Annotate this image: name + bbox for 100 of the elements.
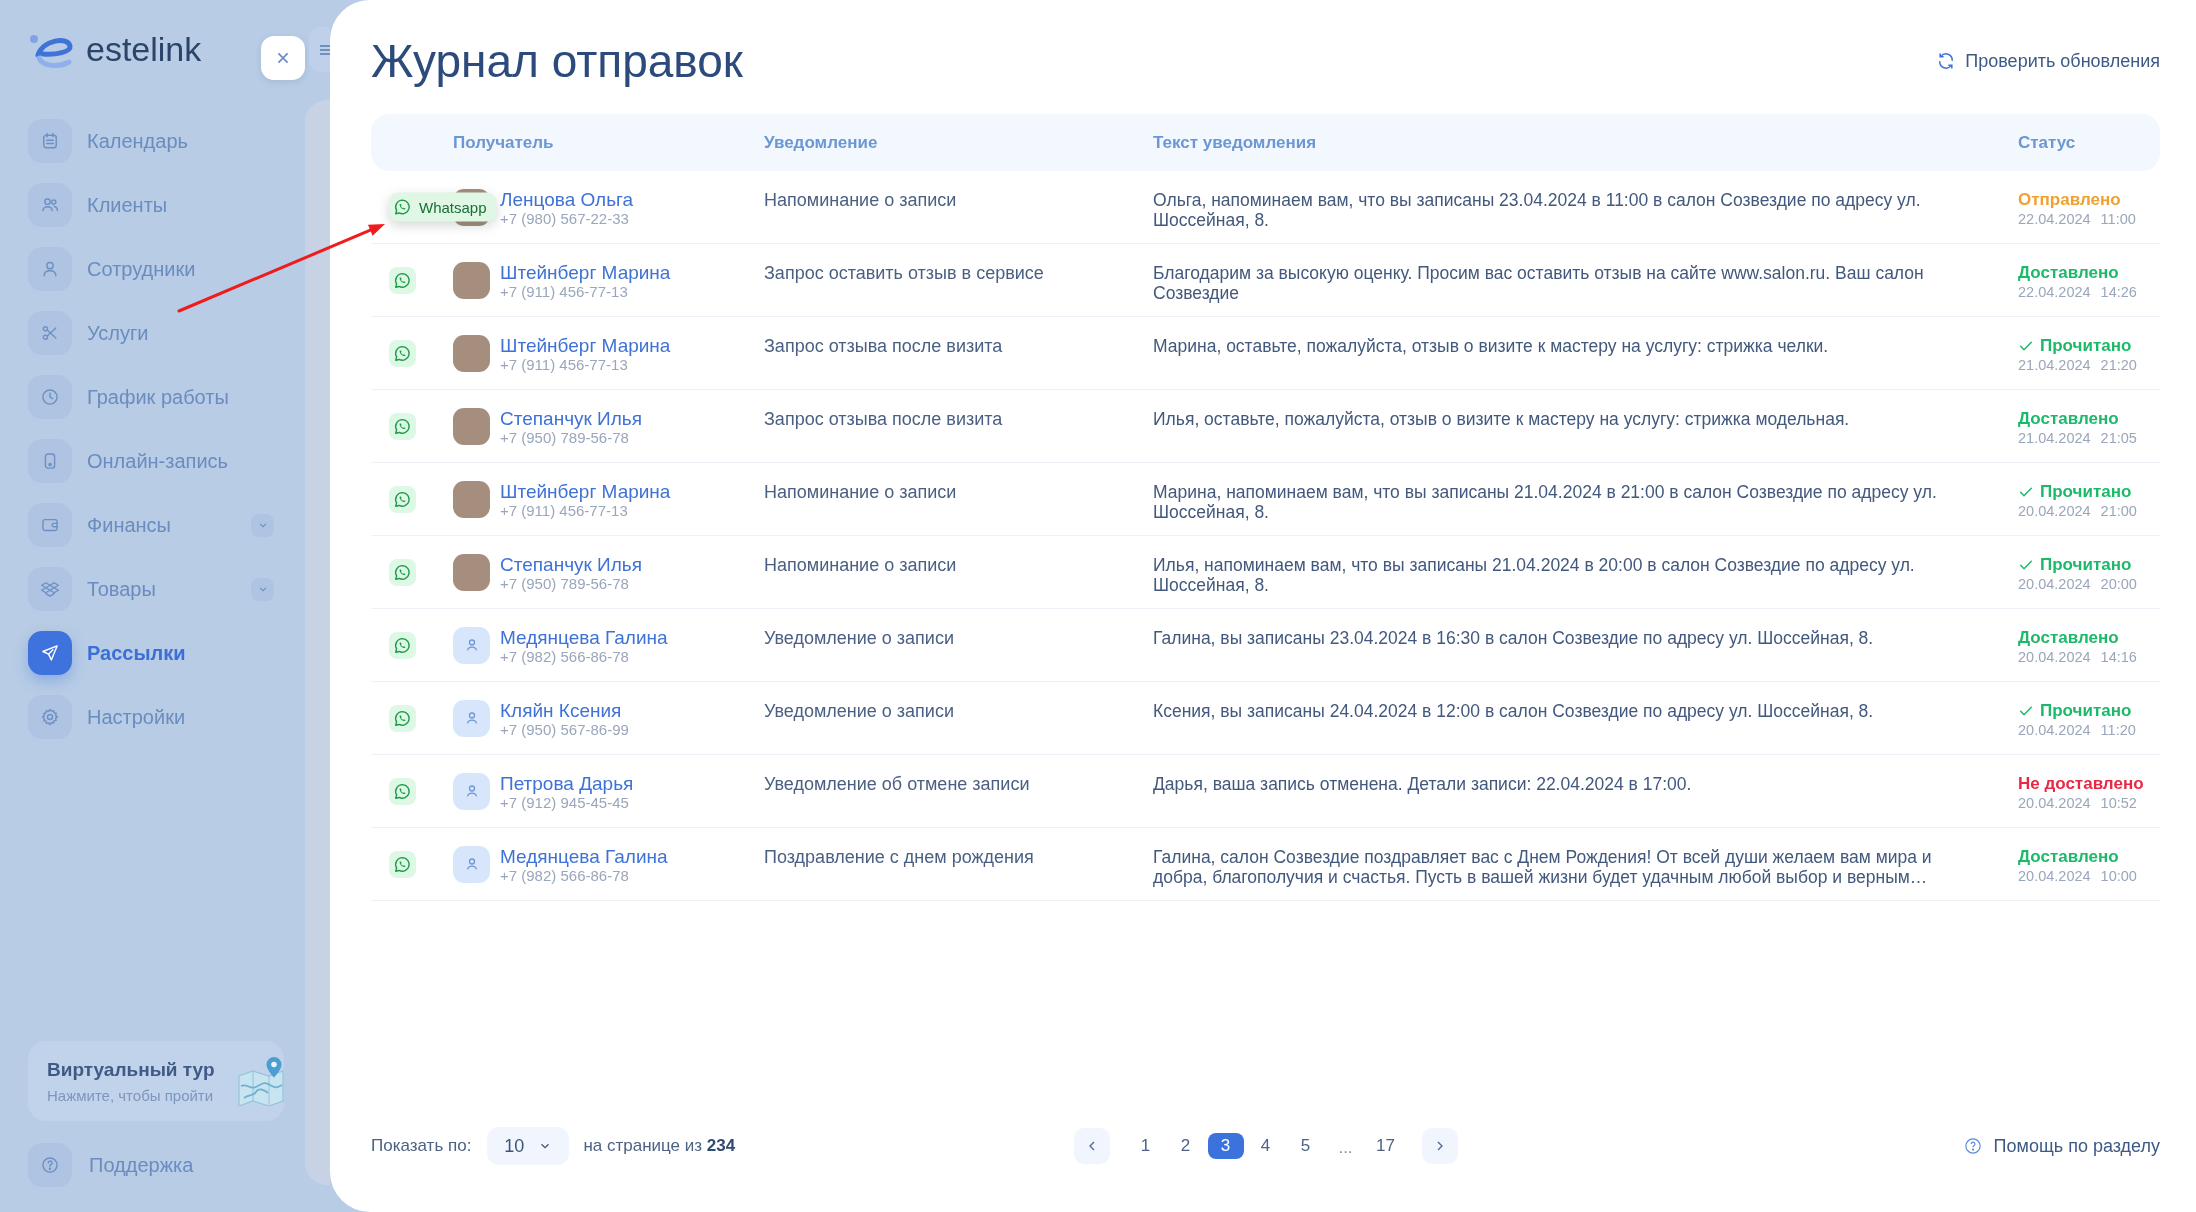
status-date: 20.04.2024 — [2018, 503, 2091, 519]
recipient-name[interactable]: Петрова Дарья — [500, 773, 634, 795]
user-icon — [28, 247, 72, 291]
column-header[interactable]: Уведомление — [764, 132, 878, 152]
notification-text: Марина, напоминаем вам, что вы записаны 21.04.2024 в 21:00 в салон Созвездие по адресу ул. Шоссейная, 8. — [1153, 481, 1938, 522]
users-icon — [28, 183, 72, 227]
status-time: 21:00 — [2100, 503, 2137, 519]
page-size-label: Показать по: — [371, 1136, 472, 1156]
status-date: 22.04.2024 — [2018, 211, 2091, 227]
help-link[interactable]: Помощь по разделу — [1963, 1135, 2160, 1157]
page-range-text: на странице из 234 — [583, 1136, 736, 1156]
sidebar-item[interactable]: Рассылки — [28, 631, 274, 675]
chat-phone-icon — [389, 558, 416, 586]
recipient-name[interactable]: Медянцева Галина — [500, 627, 668, 649]
page-button[interactable]: 4 — [1247, 1133, 1284, 1159]
status-label: Прочитано — [2040, 554, 2132, 576]
chat-phone-icon — [389, 485, 416, 513]
menu-button[interactable] — [309, 27, 330, 72]
notification-text: Дарья, ваша запись отменена. Детали записи: 22.04.2024 в 17:00. — [1153, 773, 1693, 794]
notification-type: Поздравление с днем рождения — [764, 846, 1035, 868]
status-time: 14:26 — [2100, 284, 2137, 300]
next-page-button[interactable] — [1421, 1128, 1458, 1164]
notification-text: Марина, оставьте, пожалуйста, отзыв о визите к мастеру на услугу: стрижка челки. — [1153, 335, 1830, 356]
page-button[interactable]: 3 — [1207, 1133, 1244, 1159]
status-label: Прочитано — [2040, 481, 2132, 503]
recipient-name[interactable]: Штейнберг Марина — [500, 262, 671, 284]
chat-phone-icon — [389, 777, 416, 805]
status-time: 10:00 — [2100, 868, 2137, 884]
recipient-phone: +7 (911) 456-77-13 — [500, 357, 629, 373]
recipient-phone: +7 (982) 566-86-78 — [500, 649, 630, 665]
chevron-down-icon[interactable] — [251, 513, 274, 537]
recipient-phone: +7 (911) 456-77-13 — [500, 503, 629, 519]
notification-text: Илья, оставьте, пожалуйста, отзыв о визите к мастеру на услугу: стрижка модельная. — [1153, 408, 1851, 429]
page-button[interactable]: 2 — [1167, 1133, 1204, 1159]
recipient-name[interactable]: Кляйн Ксения — [500, 700, 629, 722]
status-label: Доставлено — [2018, 846, 2119, 868]
status-time: 21:05 — [2100, 430, 2137, 446]
column-header[interactable]: Статус — [2018, 132, 2076, 152]
tour-subtitle: Нажмите, чтобы пройти — [47, 1086, 215, 1104]
notification-type: Уведомление о записи — [764, 700, 955, 722]
chat-phone-icon — [389, 631, 416, 659]
chevron-down-icon[interactable] — [251, 577, 274, 601]
chat-phone-icon — [389, 339, 416, 367]
previous-page-button[interactable] — [1073, 1128, 1110, 1164]
column-header[interactable]: Текст уведомления — [1153, 132, 1317, 152]
notification-type: Запрос оставить отзыв в сервисе — [764, 262, 1045, 284]
recipient-name[interactable]: Степанчук Илья — [500, 408, 643, 430]
notification-type: Уведомление о записи — [764, 627, 955, 649]
tooltip-text: Whatsapp — [419, 198, 487, 216]
scissors-icon — [28, 311, 72, 355]
page-button[interactable]: 5 — [1287, 1133, 1324, 1159]
notification-text: Ксения, вы записаны 24.04.2024 в 12:00 в салон Созвездие по адресу ул. Шоссейная, 8. — [1153, 700, 1875, 721]
notification-type: Запрос отзыва после визита — [764, 408, 1004, 430]
status-date: 20.04.2024 — [2018, 649, 2091, 665]
page-button[interactable]: 17 — [1367, 1133, 1404, 1159]
status-label: Доставлено — [2018, 627, 2119, 649]
status-time: 20:00 — [2100, 576, 2137, 592]
photo-placeholder — [453, 553, 490, 591]
recipient-name[interactable]: Штейнберг Марина — [500, 481, 671, 503]
status-date: 20.04.2024 — [2018, 722, 2091, 738]
close-button[interactable] — [261, 36, 305, 80]
wallet-icon — [28, 503, 72, 547]
photo-placeholder — [453, 261, 490, 299]
help-icon — [1963, 1137, 1982, 1155]
user-avatar-icon — [453, 772, 490, 810]
page-button[interactable]: 1 — [1127, 1133, 1164, 1159]
chat-phone-icon — [389, 266, 416, 294]
virtual-tour-card[interactable]: Виртуальный тур Нажмите, чтобы пройти — [28, 1041, 284, 1121]
page-size-select[interactable]: 10 — [487, 1127, 570, 1165]
status-label: Прочитано — [2040, 335, 2132, 357]
page-ellipsis: ... — [1337, 1137, 1354, 1158]
notification-type: Напоминание о записи — [764, 189, 958, 211]
status-date: 20.04.2024 — [2018, 868, 2091, 884]
notification-type: Напоминание о записи — [764, 481, 958, 503]
check-updates-button[interactable]: Проверить обновления — [1936, 50, 2160, 72]
column-header[interactable]: Получатель — [453, 132, 554, 152]
notification-type: Уведомление об отмене записи — [764, 773, 1031, 795]
recipient-phone: +7 (980) 567-22-33 — [500, 211, 630, 227]
recipient-phone: +7 (950) 567-86-99 — [500, 722, 629, 738]
recipient-name[interactable]: Медянцева Галина — [500, 846, 668, 868]
recipient-phone: +7 (911) 456-77-13 — [500, 284, 629, 300]
help-icon — [28, 1143, 72, 1187]
diamonds-icon — [28, 567, 72, 611]
notification-text: Галина, салон Созвездие поздравляет вас с Днем Рождения! От всей души желаем вам мира и добра, благополучия и счастья. Пусть в вашей жизни будет удачным любой выбор и верным… — [1153, 846, 1933, 887]
status-time: 21:20 — [2100, 357, 2137, 373]
page-title: Журнал отправок — [371, 34, 743, 88]
gear-icon — [28, 695, 72, 739]
chat-phone-icon — [389, 704, 416, 732]
calendar-icon — [28, 119, 72, 163]
recipient-name[interactable]: Ленцова Ольга — [500, 189, 634, 211]
recipient-name[interactable]: Степанчук Илья — [500, 554, 643, 576]
smartphone-icon — [28, 439, 72, 483]
recipient-name[interactable]: Штейнберг Марина — [500, 335, 671, 357]
status-date: 21.04.2024 — [2018, 357, 2091, 373]
notification-text: Галина, вы записаны 23.04.2024 в 16:30 в салон Созвездие по адресу ул. Шоссейная, 8. — [1153, 627, 1875, 648]
recipient-phone: +7 (912) 945-45-45 — [500, 795, 630, 811]
status-label: Доставлено — [2018, 408, 2119, 430]
photo-placeholder — [453, 407, 490, 445]
paper-plane-icon — [28, 631, 72, 675]
status-label: Прочитано — [2040, 700, 2132, 722]
